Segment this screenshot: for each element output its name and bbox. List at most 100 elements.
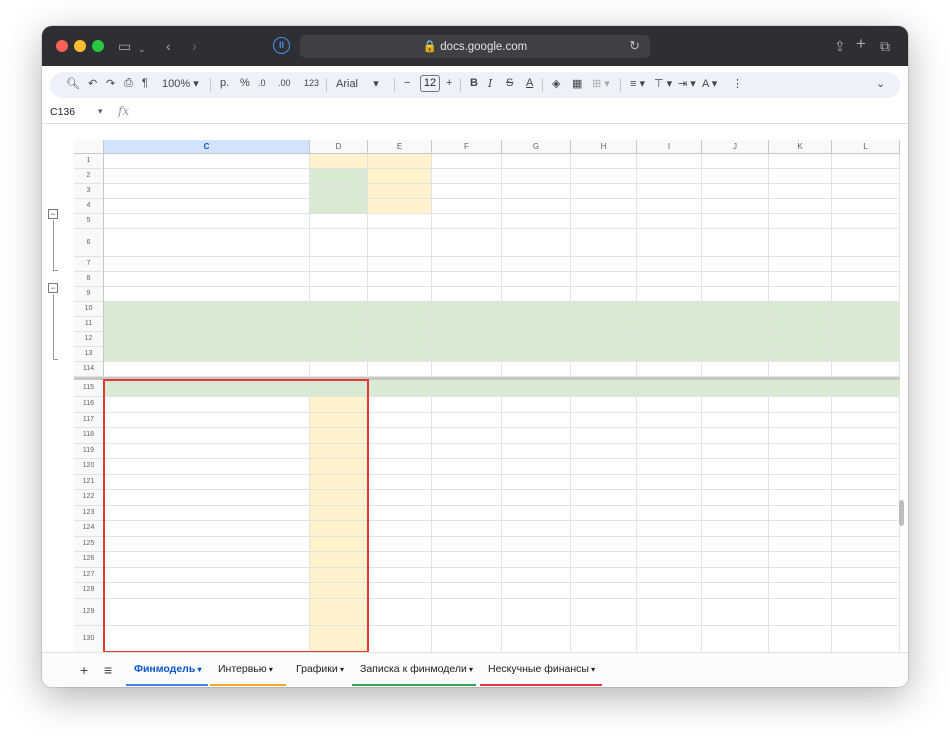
name-box-dropdown-icon[interactable]: ▾ (98, 106, 103, 117)
cell-j11[interactable] (702, 317, 769, 332)
cell-l130[interactable] (832, 625, 900, 652)
cell-g125[interactable] (502, 536, 571, 552)
cell-h7[interactable] (571, 257, 637, 272)
cell-i115[interactable] (637, 380, 702, 397)
cell-h3[interactable] (571, 184, 637, 199)
column-header-k[interactable]: K (769, 140, 832, 154)
cell-g128[interactable] (502, 583, 571, 599)
cell-e125[interactable] (368, 536, 432, 552)
cell-i123[interactable] (637, 505, 702, 521)
cell-g1[interactable] (502, 154, 571, 169)
chevron-down-icon[interactable]: ▾ (338, 665, 344, 674)
row-header[interactable]: 12 (74, 332, 104, 347)
cell-g123[interactable] (502, 505, 571, 521)
italic-button[interactable]: I (488, 77, 492, 90)
cell-d9[interactable] (310, 287, 368, 302)
cell-d129[interactable] (310, 598, 368, 626)
cell-k126[interactable] (769, 552, 832, 568)
cell-f122[interactable] (432, 490, 502, 506)
sheet-tab-2[interactable]: Интервью ▾ (218, 663, 273, 678)
column-header-d[interactable]: D (310, 140, 368, 154)
cell-k12[interactable] (769, 332, 832, 347)
cell-g120[interactable] (502, 459, 571, 475)
cell-c115[interactable] (104, 380, 310, 397)
cell-d130[interactable] (310, 625, 368, 652)
row-header[interactable]: 129 (74, 598, 104, 626)
row-header[interactable]: 122 (74, 490, 104, 506)
cell-e5[interactable] (368, 214, 432, 229)
column-header-f[interactable]: F (432, 140, 502, 154)
cell-k8[interactable] (769, 272, 832, 287)
cell-d2[interactable] (310, 169, 368, 184)
cell-l115[interactable] (832, 380, 900, 397)
cell-c6[interactable] (104, 229, 310, 257)
cell-d127[interactable] (310, 567, 368, 583)
cell-l6[interactable] (832, 229, 900, 257)
cell-h128[interactable] (571, 583, 637, 599)
cell-k122[interactable] (769, 490, 832, 506)
cell-l10[interactable] (832, 302, 900, 317)
cell-j117[interactable] (702, 412, 769, 428)
cell-g117[interactable] (502, 412, 571, 428)
cell-f114[interactable] (432, 362, 502, 377)
add-sheet-icon[interactable]: + (80, 662, 88, 678)
cell-c126[interactable] (104, 552, 310, 568)
cell-c9[interactable] (104, 287, 310, 302)
row-header[interactable]: 6 (74, 229, 104, 257)
cell-e117[interactable] (368, 412, 432, 428)
cell-d8[interactable] (310, 272, 368, 287)
cell-l7[interactable] (832, 257, 900, 272)
cell-k128[interactable] (769, 583, 832, 599)
row-header[interactable]: 13 (74, 347, 104, 362)
row-header[interactable]: 3 (74, 184, 104, 199)
row-header[interactable]: 120 (74, 459, 104, 475)
select-all-corner[interactable] (74, 140, 104, 154)
sheet-tab-1[interactable]: Финмодель ▾ (134, 663, 202, 678)
cell-f3[interactable] (432, 184, 502, 199)
cell-c5[interactable] (104, 214, 310, 229)
cell-k125[interactable] (769, 536, 832, 552)
cell-c1[interactable] (104, 154, 310, 169)
reload-icon[interactable]: ↻ (629, 38, 640, 54)
cell-f13[interactable] (432, 347, 502, 362)
cell-j126[interactable] (702, 552, 769, 568)
cell-j2[interactable] (702, 169, 769, 184)
cell-i1[interactable] (637, 154, 702, 169)
cell-l121[interactable] (832, 474, 900, 490)
cell-i126[interactable] (637, 552, 702, 568)
cell-i6[interactable] (637, 229, 702, 257)
cell-d12[interactable] (310, 332, 368, 347)
chevron-down-icon[interactable]: ⌄ (138, 40, 146, 58)
cell-h123[interactable] (571, 505, 637, 521)
more-formats-button[interactable]: 123 (304, 78, 319, 88)
collapse-group-icon[interactable]: − (48, 209, 58, 219)
cell-c118[interactable] (104, 428, 310, 444)
cell-h129[interactable] (571, 598, 637, 626)
cell-i8[interactable] (637, 272, 702, 287)
cell-h6[interactable] (571, 229, 637, 257)
row-header[interactable]: 121 (74, 474, 104, 490)
cell-j3[interactable] (702, 184, 769, 199)
cell-l123[interactable] (832, 505, 900, 521)
decrease-decimal-button[interactable]: .0 (258, 78, 266, 88)
cell-k119[interactable] (769, 443, 832, 459)
cell-i127[interactable] (637, 567, 702, 583)
cell-g118[interactable] (502, 428, 571, 444)
name-box[interactable]: C136 (50, 106, 75, 118)
sidebar-icon[interactable]: ▭ (118, 37, 131, 55)
cell-h114[interactable] (571, 362, 637, 377)
cell-i11[interactable] (637, 317, 702, 332)
cell-f119[interactable] (432, 443, 502, 459)
cell-l127[interactable] (832, 567, 900, 583)
row-header[interactable]: 114 (74, 362, 104, 377)
row-header[interactable]: 4 (74, 199, 104, 214)
cell-c116[interactable] (104, 397, 310, 413)
cell-g130[interactable] (502, 625, 571, 652)
cell-h127[interactable] (571, 567, 637, 583)
row-header[interactable]: 9 (74, 287, 104, 302)
cell-k13[interactable] (769, 347, 832, 362)
cell-g115[interactable] (502, 380, 571, 397)
redo-icon[interactable]: ↷ (106, 77, 115, 90)
cell-l11[interactable] (832, 317, 900, 332)
cell-h11[interactable] (571, 317, 637, 332)
